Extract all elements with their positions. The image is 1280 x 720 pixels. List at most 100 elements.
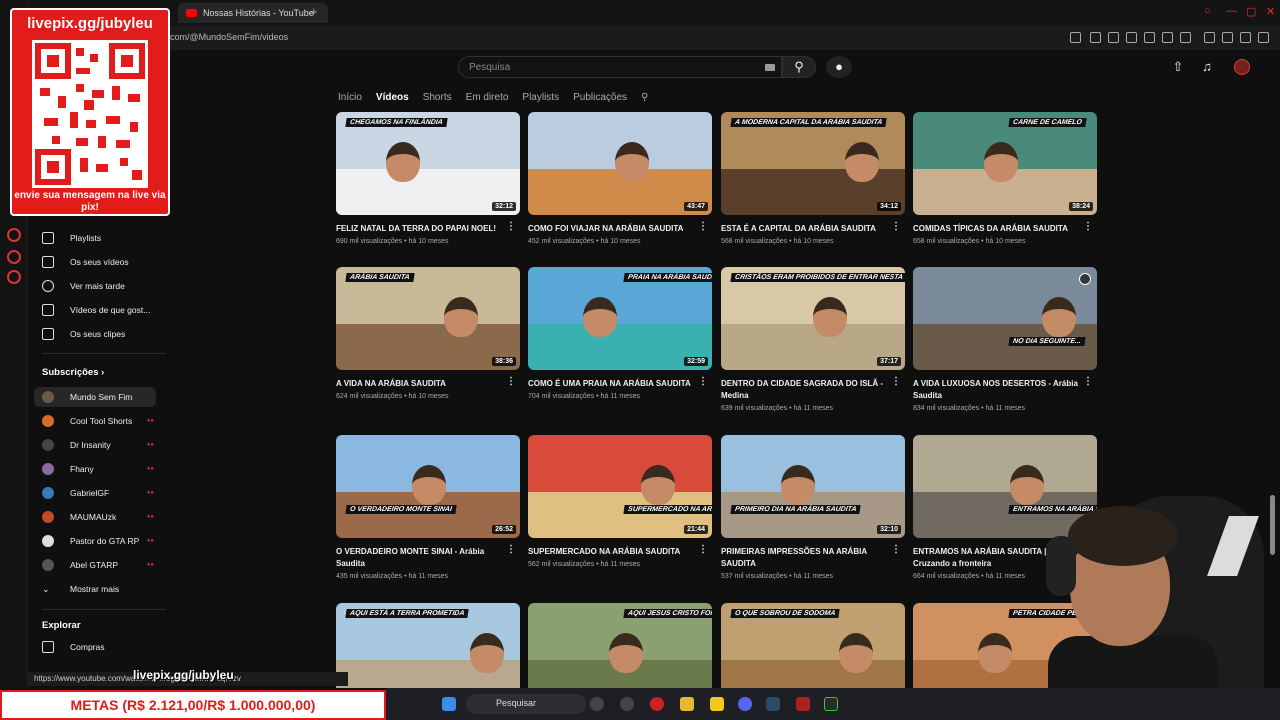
- close-icon[interactable]: ✕: [1266, 5, 1275, 18]
- video-thumbnail[interactable]: SUPERMERCADO NA ARÁBIA SAUDITA 21:44: [528, 435, 712, 538]
- sidebar-item-watch-later[interactable]: Ver mais tarde: [42, 276, 162, 296]
- channel-search-icon[interactable]: ⚲: [641, 92, 648, 103]
- video-thumbnail[interactable]: 43:47: [528, 112, 712, 215]
- more-options-icon[interactable]: ⋮: [1083, 222, 1093, 232]
- video-thumbnail[interactable]: CRISTÃOS ERAM PROIBIDOS DE ENTRAR NESTA …: [721, 267, 905, 370]
- app-icon[interactable]: [824, 697, 838, 711]
- video-title[interactable]: A VIDA NA ARÁBIA SAUDITA: [336, 378, 504, 390]
- bookmark-icon[interactable]: [1108, 32, 1119, 43]
- account-avatar[interactable]: [1234, 59, 1250, 75]
- video-thumbnail[interactable]: CHEGAMOS NA FINLÂNDIA 32:12: [336, 112, 520, 215]
- video-card[interactable]: AQUI ESTÁ A TERRA PROMETIDA: [336, 603, 520, 688]
- video-thumbnail[interactable]: AQUI ESTÁ A TERRA PROMETIDA: [336, 603, 520, 688]
- new-tab-icon[interactable]: +: [310, 4, 318, 19]
- subscription-item[interactable]: GabrielGF ●●: [42, 483, 162, 503]
- video-thumbnail[interactable]: AQUI JESUS CRISTO FOI BATIZADO: [528, 603, 712, 688]
- video-card[interactable]: SUPERMERCADO NA ARÁBIA SAUDITA21:44 SUPER…: [528, 435, 712, 585]
- video-title[interactable]: ESTA É A CAPITAL DA ARÁBIA SAUDITA: [721, 223, 889, 235]
- video-card[interactable]: CRISTÃOS ERAM PROIBIDOS DE ENTRAR NESTA …: [721, 267, 905, 417]
- keyboard-icon[interactable]: [765, 64, 775, 71]
- subscription-item[interactable]: Cool Tool Shorts ●●: [42, 411, 162, 431]
- scrollbar[interactable]: [1270, 495, 1275, 555]
- wallet-icon[interactable]: [1222, 32, 1233, 43]
- subscription-item[interactable]: Dr Insanity ●●: [42, 435, 162, 455]
- rail-icon[interactable]: [7, 250, 21, 264]
- video-title[interactable]: COMO É UMA PRAIA NA ARÁBIA SAUDITA: [528, 378, 696, 390]
- tab-live[interactable]: Em direto: [466, 92, 509, 103]
- video-thumbnail[interactable]: O VERDADEIRO MONTE SINAI 26:52: [336, 435, 520, 538]
- video-card[interactable]: ARÁBIA SAUDITA 38:36 A VIDA NA ARÁBIA SAUD…: [336, 267, 520, 417]
- subscription-item[interactable]: Abel GTARP ●●: [42, 555, 162, 575]
- steam-icon[interactable]: [766, 697, 780, 711]
- browser-tab[interactable]: Nossas Histórias - YouTube: [178, 3, 328, 23]
- more-options-icon[interactable]: ⋮: [506, 222, 516, 232]
- camera-icon[interactable]: [1144, 32, 1155, 43]
- more-options-icon[interactable]: ⋮: [891, 377, 901, 387]
- video-title[interactable]: COMO FOI VIAJAR NA ARÁBIA SAUDITA: [528, 223, 696, 235]
- maximize-icon[interactable]: ▢: [1246, 5, 1256, 18]
- subscription-item[interactable]: Mundo Sem Fim: [34, 387, 156, 407]
- subscription-item[interactable]: Fhany ●●: [42, 459, 162, 479]
- video-thumbnail[interactable]: A MODERNA CAPITAL DA ARÁBIA SAUDITA 34:12: [721, 112, 905, 215]
- tab-posts[interactable]: Publicações: [573, 92, 627, 103]
- subscription-item[interactable]: Pastor do GTA RP ●●: [42, 531, 162, 551]
- bookmark-icon[interactable]: [1090, 32, 1101, 43]
- heart-icon[interactable]: [1180, 32, 1191, 43]
- video-card[interactable]: O VERDADEIRO MONTE SINAI 26:52 O VERDADEIR…: [336, 435, 520, 585]
- more-options-icon[interactable]: ⋮: [891, 222, 901, 232]
- sidebar-item-your-videos[interactable]: Os seus vídeos: [42, 252, 162, 272]
- tab-playlists[interactable]: Playlists: [522, 92, 559, 103]
- video-title[interactable]: COMIDAS TÍPICAS DA ARÁBIA SAUDITA: [913, 223, 1081, 235]
- download-icon[interactable]: [1240, 32, 1251, 43]
- video-thumbnail[interactable]: NO DIA SEGUINTE...: [913, 267, 1097, 370]
- video-thumbnail[interactable]: PRAIA NA ARÁBIA SAUDITA 32:59: [528, 267, 712, 370]
- more-options-icon[interactable]: ⋮: [891, 545, 901, 555]
- tab-home[interactable]: Início: [338, 92, 362, 103]
- shield-icon[interactable]: [1126, 32, 1137, 43]
- video-card[interactable]: A MODERNA CAPITAL DA ARÁBIA SAUDITA 34:12…: [721, 112, 905, 262]
- video-thumbnail[interactable]: PRIMEIRO DIA NA ARÁBIA SAUDITA 32:10: [721, 435, 905, 538]
- watch-later-clock-icon[interactable]: [1079, 273, 1091, 285]
- video-card[interactable]: AQUI JESUS CRISTO FOI BATIZADO: [528, 603, 712, 688]
- more-options-icon[interactable]: ⋮: [506, 545, 516, 555]
- rail-icon[interactable]: [7, 228, 21, 242]
- video-card[interactable]: CARNE DE CAMELO 38:24 COMIDAS TÍPICAS DA A…: [913, 112, 1097, 262]
- sidebar-item-shopping[interactable]: Compras: [42, 637, 162, 657]
- more-options-icon[interactable]: ⋮: [506, 377, 516, 387]
- sidebar-item-playlists[interactable]: Playlists: [42, 228, 162, 248]
- video-title[interactable]: SUPERMERCADO NA ARÁBIA SAUDITA: [528, 546, 696, 558]
- upload-icon[interactable]: ⇧: [1171, 60, 1185, 74]
- video-thumbnail[interactable]: CARNE DE CAMELO 38:24: [913, 112, 1097, 215]
- folder-icon[interactable]: [680, 697, 694, 711]
- voice-search-button[interactable]: ●: [826, 56, 852, 78]
- video-card[interactable]: PRAIA NA ARÁBIA SAUDITA 32:59 COMO É UMA P…: [528, 267, 712, 417]
- sidebar-item-liked-videos[interactable]: Vídeos de que gost...: [42, 300, 162, 320]
- more-options-icon[interactable]: ⋮: [1083, 377, 1093, 387]
- extensions-icon[interactable]: [1204, 32, 1215, 43]
- more-options-icon[interactable]: ⋮: [698, 222, 708, 232]
- show-more-button[interactable]: ⌄ Mostrar mais: [42, 579, 162, 599]
- video-card[interactable]: 43:47 COMO FOI VIAJAR NA ARÁBIA SAUDITA 45…: [528, 112, 712, 262]
- video-title[interactable]: O VERDADEIRO MONTE SINAI - Arábia Saudit…: [336, 546, 504, 569]
- tab-shorts[interactable]: Shorts: [423, 92, 452, 103]
- sidebar-item-clips[interactable]: Os seus clipes: [42, 324, 162, 344]
- video-title[interactable]: FELIZ NATAL DA TERRA DO PAPAI NOEL!: [336, 223, 504, 235]
- video-thumbnail[interactable]: O QUE SOBROU DE SODOMA: [721, 603, 905, 688]
- zoom-icon[interactable]: [1070, 32, 1081, 43]
- menu-icon[interactable]: [1258, 32, 1269, 43]
- search-button[interactable]: ⚲: [782, 56, 816, 78]
- video-card[interactable]: NO DIA SEGUINTE... A VIDA LUXUOSA NOS DES…: [913, 267, 1097, 417]
- app-icon[interactable]: [620, 697, 634, 711]
- url-field[interactable]: com/@MundoSemFim/videos: [170, 32, 288, 42]
- video-card[interactable]: PRIMEIRO DIA NA ARÁBIA SAUDITA 32:10 PRIME…: [721, 435, 905, 585]
- video-card[interactable]: O QUE SOBROU DE SODOMA: [721, 603, 905, 688]
- notifications-bell-icon[interactable]: ♫: [1200, 60, 1214, 74]
- settings-icon[interactable]: [7, 270, 21, 284]
- windows-start-icon[interactable]: [442, 697, 456, 711]
- play-icon[interactable]: [1162, 32, 1173, 43]
- discord-icon[interactable]: [738, 697, 752, 711]
- app-icon[interactable]: [796, 697, 810, 711]
- opera-gx-icon[interactable]: [650, 697, 664, 711]
- video-title[interactable]: DENTRO DA CIDADE SAGRADA DO ISLÃ - Medin…: [721, 378, 889, 401]
- minimize-icon[interactable]: —: [1226, 5, 1237, 17]
